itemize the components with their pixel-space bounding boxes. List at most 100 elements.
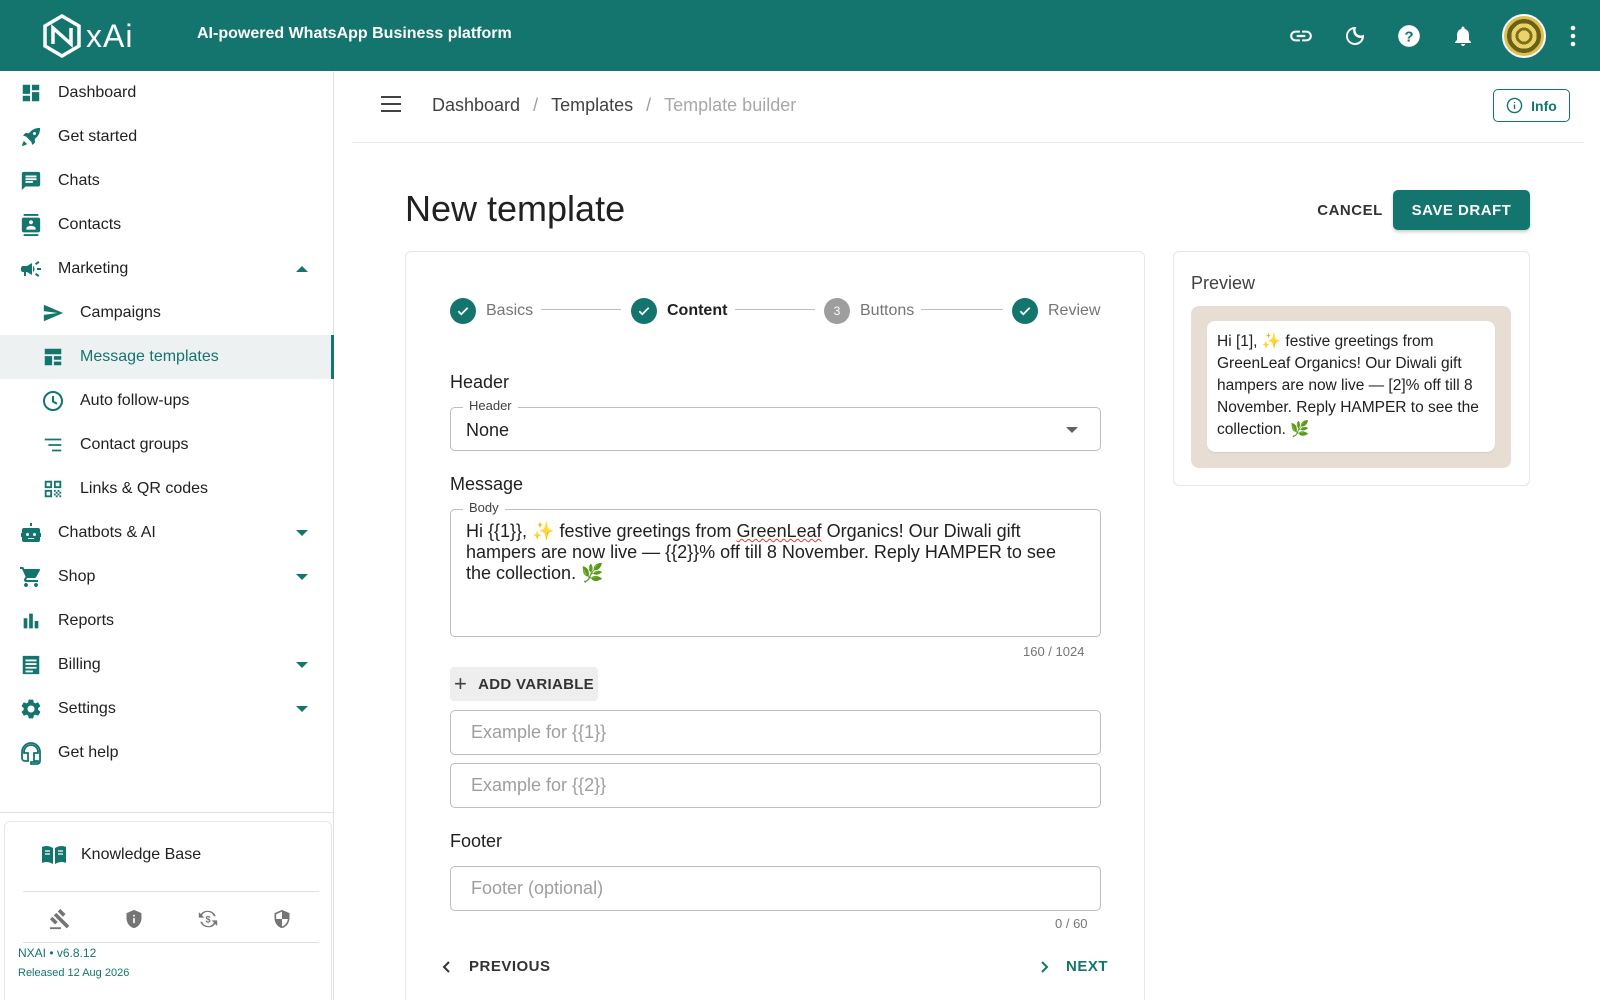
body-char-counter: 160 / 1024 xyxy=(1023,644,1085,659)
sidebar-item-campaigns[interactable]: Campaigns xyxy=(0,291,334,335)
more-vert-icon[interactable] xyxy=(1560,23,1586,49)
shield-info-icon[interactable] xyxy=(121,906,147,932)
knowledge-base-link[interactable]: Knowledge Base xyxy=(41,844,201,866)
link-icon[interactable] xyxy=(1288,23,1314,49)
bell-icon[interactable] xyxy=(1450,23,1476,49)
sidebar-item-label: Contact groups xyxy=(80,436,189,453)
header-select-value: None xyxy=(466,420,510,440)
breadcrumb-templates[interactable]: Templates xyxy=(551,95,633,116)
step-label: Basics xyxy=(486,302,534,319)
sidebar-item-settings[interactable]: Settings xyxy=(0,687,334,731)
sidebar-item-shop[interactable]: Shop xyxy=(0,555,334,599)
footer-input[interactable] xyxy=(450,866,1101,911)
avatar[interactable] xyxy=(1502,13,1546,58)
step-basics[interactable]: Basics xyxy=(450,297,533,325)
breadcrumb-dashboard[interactable]: Dashboard xyxy=(432,95,520,116)
plus-icon: + xyxy=(454,671,468,696)
sidebar-item-label: Shop xyxy=(58,568,96,585)
body-textarea[interactable]: Body Hi {{1}}, ✨ festive greetings from … xyxy=(450,500,1101,637)
sidebar-item-label: Chatbots & AI xyxy=(58,524,156,541)
currency-sync-icon[interactable]: $ xyxy=(195,906,221,932)
step-label: Buttons xyxy=(860,302,915,319)
breadcrumb-current: Template builder xyxy=(664,95,797,115)
sidebar-item-chatbots-ai[interactable]: Chatbots & AI xyxy=(0,511,334,555)
sidebar-item-get-help[interactable]: Get help xyxy=(0,731,334,775)
sidebar-item-label: Marketing xyxy=(58,260,129,277)
bar-chart-icon xyxy=(18,608,44,634)
body-text-part: Hi {{1}}, ✨ festive greetings from xyxy=(466,521,737,541)
footer-section-title: Footer xyxy=(450,831,503,851)
header-select[interactable]: Header None xyxy=(450,398,1101,451)
add-variable-label: ADD VARIABLE xyxy=(478,675,594,693)
sidebar-item-auto-follow-ups[interactable]: Auto follow-ups xyxy=(0,379,334,423)
gear-icon xyxy=(18,696,44,722)
gavel-icon[interactable] xyxy=(47,906,73,932)
dashboard-icon xyxy=(18,80,44,106)
dark-mode-moon-icon[interactable] xyxy=(1342,23,1368,49)
sidebar-item-contacts[interactable]: Contacts xyxy=(0,203,334,247)
sidebar-item-reports[interactable]: Reports xyxy=(0,599,334,643)
sidebar-item-contact-groups[interactable]: Contact groups xyxy=(0,423,334,467)
robot-icon xyxy=(18,520,44,546)
body-field-label: Body xyxy=(463,500,505,515)
message-section-title: Message xyxy=(450,474,524,494)
sidebar-item-label: Settings xyxy=(58,700,116,717)
previous-button[interactable]: PREVIOUS xyxy=(441,958,551,975)
sidebar-item-billing[interactable]: Billing xyxy=(0,643,334,687)
breadcrumb-separator: / xyxy=(646,95,652,115)
chevron-up-icon xyxy=(296,266,308,272)
sidebar-item-label: Dashboard xyxy=(58,84,137,101)
chevron-left-icon xyxy=(442,960,450,973)
top-actions: ? xyxy=(1274,0,1600,71)
step-number-badge: 3 xyxy=(824,298,850,324)
chevron-right-icon xyxy=(1041,960,1049,973)
sidebar-item-chats[interactable]: Chats xyxy=(0,159,334,203)
sidebar-item-message-templates[interactable]: Message templates xyxy=(0,335,334,379)
app-logo[interactable]: xAi xyxy=(42,13,152,59)
sidebar-item-label: Billing xyxy=(58,656,101,673)
example-2-input[interactable] xyxy=(450,763,1101,808)
help-icon[interactable]: ? xyxy=(1396,23,1422,49)
step-label: Content xyxy=(667,302,728,319)
save-draft-button[interactable]: SAVE DRAFT xyxy=(1393,190,1530,230)
chevron-down-icon xyxy=(296,706,308,712)
spellcheck-word: GreenLeaf xyxy=(736,521,822,541)
info-button[interactable]: Info xyxy=(1493,89,1570,122)
previous-label: PREVIOUS xyxy=(469,958,551,975)
sidebar-item-marketing[interactable]: Marketing xyxy=(0,247,334,291)
chevron-down-icon xyxy=(296,574,308,580)
rocket-icon xyxy=(18,124,44,150)
top-app-bar: xAi AI-powered WhatsApp Business platfor… xyxy=(0,0,1600,71)
step-buttons[interactable]: 3 Buttons xyxy=(824,297,914,325)
footer-char-counter: 0 / 60 xyxy=(1055,916,1088,931)
shield-icon[interactable] xyxy=(269,906,295,932)
logo-text: xAi xyxy=(86,17,134,54)
cart-icon xyxy=(18,564,44,590)
cancel-button[interactable]: CANCEL xyxy=(1300,190,1400,230)
step-content[interactable]: Content xyxy=(631,297,727,325)
sidebar-item-get-started[interactable]: Get started xyxy=(0,115,334,159)
menu-icon[interactable] xyxy=(381,96,401,112)
page-title: New template xyxy=(405,188,626,229)
megaphone-icon xyxy=(18,256,44,282)
add-variable-button[interactable]: + ADD VARIABLE xyxy=(450,667,598,701)
preview-title: Preview xyxy=(1191,273,1256,293)
chevron-down-icon xyxy=(296,662,308,668)
dropdown-arrow-icon xyxy=(1066,427,1078,433)
svg-text:$: $ xyxy=(205,915,210,925)
chevron-down-icon xyxy=(296,530,308,536)
next-button[interactable]: NEXT xyxy=(1038,958,1108,975)
chat-icon xyxy=(18,168,44,194)
sidebar-item-links-qr[interactable]: Links & QR codes xyxy=(0,467,334,511)
sidebar-item-dashboard[interactable]: Dashboard xyxy=(0,71,334,115)
nxai-logo-icon xyxy=(43,14,81,58)
list-icon xyxy=(40,432,66,458)
step-connector xyxy=(541,309,621,310)
sidebar-item-label: Message templates xyxy=(80,348,219,365)
check-circle-icon xyxy=(1012,298,1038,324)
sidebar: Dashboard Get started Chats Contacts Mar… xyxy=(0,71,334,1000)
preview-message-text: Hi [1], ✨ festive greetings from GreenLe… xyxy=(1217,333,1479,438)
step-review[interactable]: Review xyxy=(1012,297,1100,325)
next-label: NEXT xyxy=(1066,958,1109,975)
example-1-input[interactable] xyxy=(450,710,1101,755)
